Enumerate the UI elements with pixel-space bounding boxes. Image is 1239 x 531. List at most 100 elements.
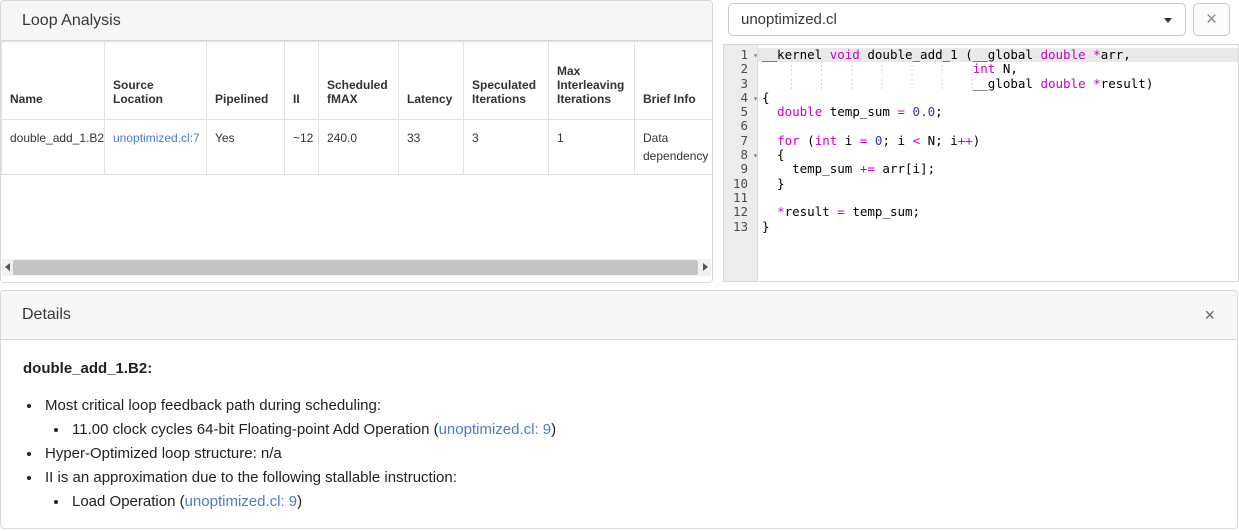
table-row[interactable]: double_add_1.B2unoptimized.cl:7Yes~12240… (2, 120, 714, 175)
column-header: Brief Info (635, 42, 714, 120)
line-number-value: 13 (724, 220, 748, 234)
code-line: 3 __global double *result) (724, 77, 1238, 91)
code-token: * (1093, 47, 1101, 62)
line-number-value: 3 (724, 77, 748, 91)
chevron-down-icon (1164, 18, 1172, 23)
code-token: void (830, 47, 860, 62)
table-cell: Yes (207, 120, 285, 175)
loop-analysis-title: Loop Analysis (1, 1, 712, 41)
code-line-text: } (758, 177, 1238, 191)
column-header: II (285, 42, 319, 120)
table-cell: 33 (399, 120, 464, 175)
close-icon: × (1206, 9, 1217, 30)
details-sublist: 11.00 clock cycles 64-bit Floating-point… (69, 418, 1177, 442)
code-token: < (913, 133, 921, 148)
code-panel-close-button[interactable]: × (1193, 3, 1230, 36)
indent-guides (762, 62, 973, 76)
code-line-text: __global double *result) (758, 77, 1238, 91)
code-line-text (758, 191, 1238, 205)
details-bullet: Hyper-Optimized loop structure: n/a (42, 442, 1177, 466)
line-number: 3 (724, 77, 758, 91)
code-token: for (777, 133, 800, 148)
loop-table: NameSource LocationPipelinedIIScheduled … (1, 41, 713, 175)
table-cell: ~12 (285, 120, 319, 175)
source-link[interactable]: unoptimized.cl: 9 (185, 493, 298, 510)
line-number-value: 1 (724, 48, 748, 62)
details-title: Details (22, 306, 71, 323)
line-number-value: 10 (724, 177, 748, 191)
horizontal-scrollbar-thumb[interactable] (13, 260, 698, 275)
loop-table-header-row: NameSource LocationPipelinedIIScheduled … (2, 42, 714, 120)
code-line: 4▾{ (724, 91, 1238, 105)
code-line-text: { (758, 91, 1238, 105)
details-panel: Details × double_add_1.B2: Most critical… (0, 290, 1238, 529)
code-token: double (1040, 47, 1085, 62)
code-token: double (1040, 76, 1085, 91)
report-viewer: Loop Analysis NameSource LocationPipelin… (0, 0, 1239, 531)
source-link[interactable]: unoptimized.cl: 9 (439, 421, 552, 438)
column-header: Scheduled fMAX (319, 42, 399, 120)
details-bullet: Load Operation (unoptimized.cl: 9) (69, 490, 1177, 514)
column-header: Latency (399, 42, 464, 120)
line-number-value: 9 (724, 162, 748, 176)
code-line: 10 } (724, 177, 1238, 191)
fold-toggle-icon[interactable]: ▾ (748, 49, 758, 63)
table-cell: unoptimized.cl:7 (105, 120, 207, 175)
code-token: double (777, 104, 822, 119)
details-content: double_add_1.B2: Most critical loop feed… (1, 340, 1237, 514)
details-close-button[interactable]: × (1204, 291, 1215, 340)
code-token: += (860, 161, 875, 176)
column-header: Max Interleaving Iterations (549, 42, 635, 120)
details-bullets: Most critical loop feedback path during … (42, 394, 1177, 514)
code-line-text (758, 119, 1238, 133)
code-line: 11 (724, 191, 1238, 205)
source-link[interactable]: unoptimized.cl:7 (113, 131, 200, 145)
table-cell: 3 (464, 120, 549, 175)
table-cell: Data dependency (635, 120, 714, 175)
code-line: 9 temp_sum += arr[i]; (724, 162, 1238, 176)
code-line: 6 (724, 119, 1238, 133)
file-select-value: unoptimized.cl (741, 11, 837, 28)
loop-analysis-panel: Loop Analysis NameSource LocationPipelin… (0, 0, 713, 283)
code-line: 8▾ { (724, 148, 1238, 162)
details-header: Details × (1, 291, 1237, 340)
scroll-left-icon[interactable] (5, 263, 10, 271)
fold-toggle-icon[interactable]: ▾ (748, 149, 758, 163)
code-token: 0.0 (913, 104, 936, 119)
code-line-text: { (758, 148, 1238, 162)
scroll-right-icon[interactable] (703, 263, 708, 271)
line-number: 4▾ (724, 91, 758, 105)
close-icon: × (1204, 305, 1215, 325)
line-number: 9 (724, 162, 758, 176)
line-number: 2 (724, 62, 758, 76)
table-cell: 240.0 (319, 120, 399, 175)
code-lines: 1▾__kernel void double_add_1 (__global d… (724, 48, 1238, 234)
loop-table-horizontal-scrollbar[interactable] (2, 259, 711, 276)
code-line-text: double temp_sum = 0.0; (758, 105, 1238, 119)
code-viewer-panel: 1▾__kernel void double_add_1 (__global d… (723, 44, 1239, 282)
line-number-value: 4 (724, 91, 748, 105)
details-bullet: 11.00 clock cycles 64-bit Floating-point… (69, 418, 1177, 442)
line-number-value: 12 (724, 205, 748, 219)
line-number: 13 (724, 220, 758, 234)
line-number: 10 (724, 177, 758, 191)
indent-guides (762, 77, 973, 91)
fold-toggle-icon[interactable]: ▾ (748, 92, 758, 106)
code-line: 13} (724, 220, 1238, 234)
line-number-value: 7 (724, 134, 748, 148)
code-token: = (837, 204, 845, 219)
line-number-value: 6 (724, 119, 748, 133)
file-select-dropdown[interactable]: unoptimized.cl (728, 3, 1186, 36)
line-number: 1▾ (724, 48, 758, 62)
code-line-text: __kernel void double_add_1 (__global dou… (758, 48, 1238, 62)
code-line-text: *result = temp_sum; (758, 205, 1238, 219)
loop-table-body: double_add_1.B2unoptimized.cl:7Yes~12240… (2, 120, 714, 175)
column-header: Name (2, 42, 105, 120)
code-line: 7 for (int i = 0; i < N; i++) (724, 134, 1238, 148)
code-line: 2 int N, (724, 62, 1238, 76)
code-token: int (973, 61, 996, 76)
line-number-value: 8 (724, 148, 748, 162)
code-token: 0 (875, 133, 883, 148)
code-token: ++ (958, 133, 973, 148)
code-token: int (815, 133, 838, 148)
